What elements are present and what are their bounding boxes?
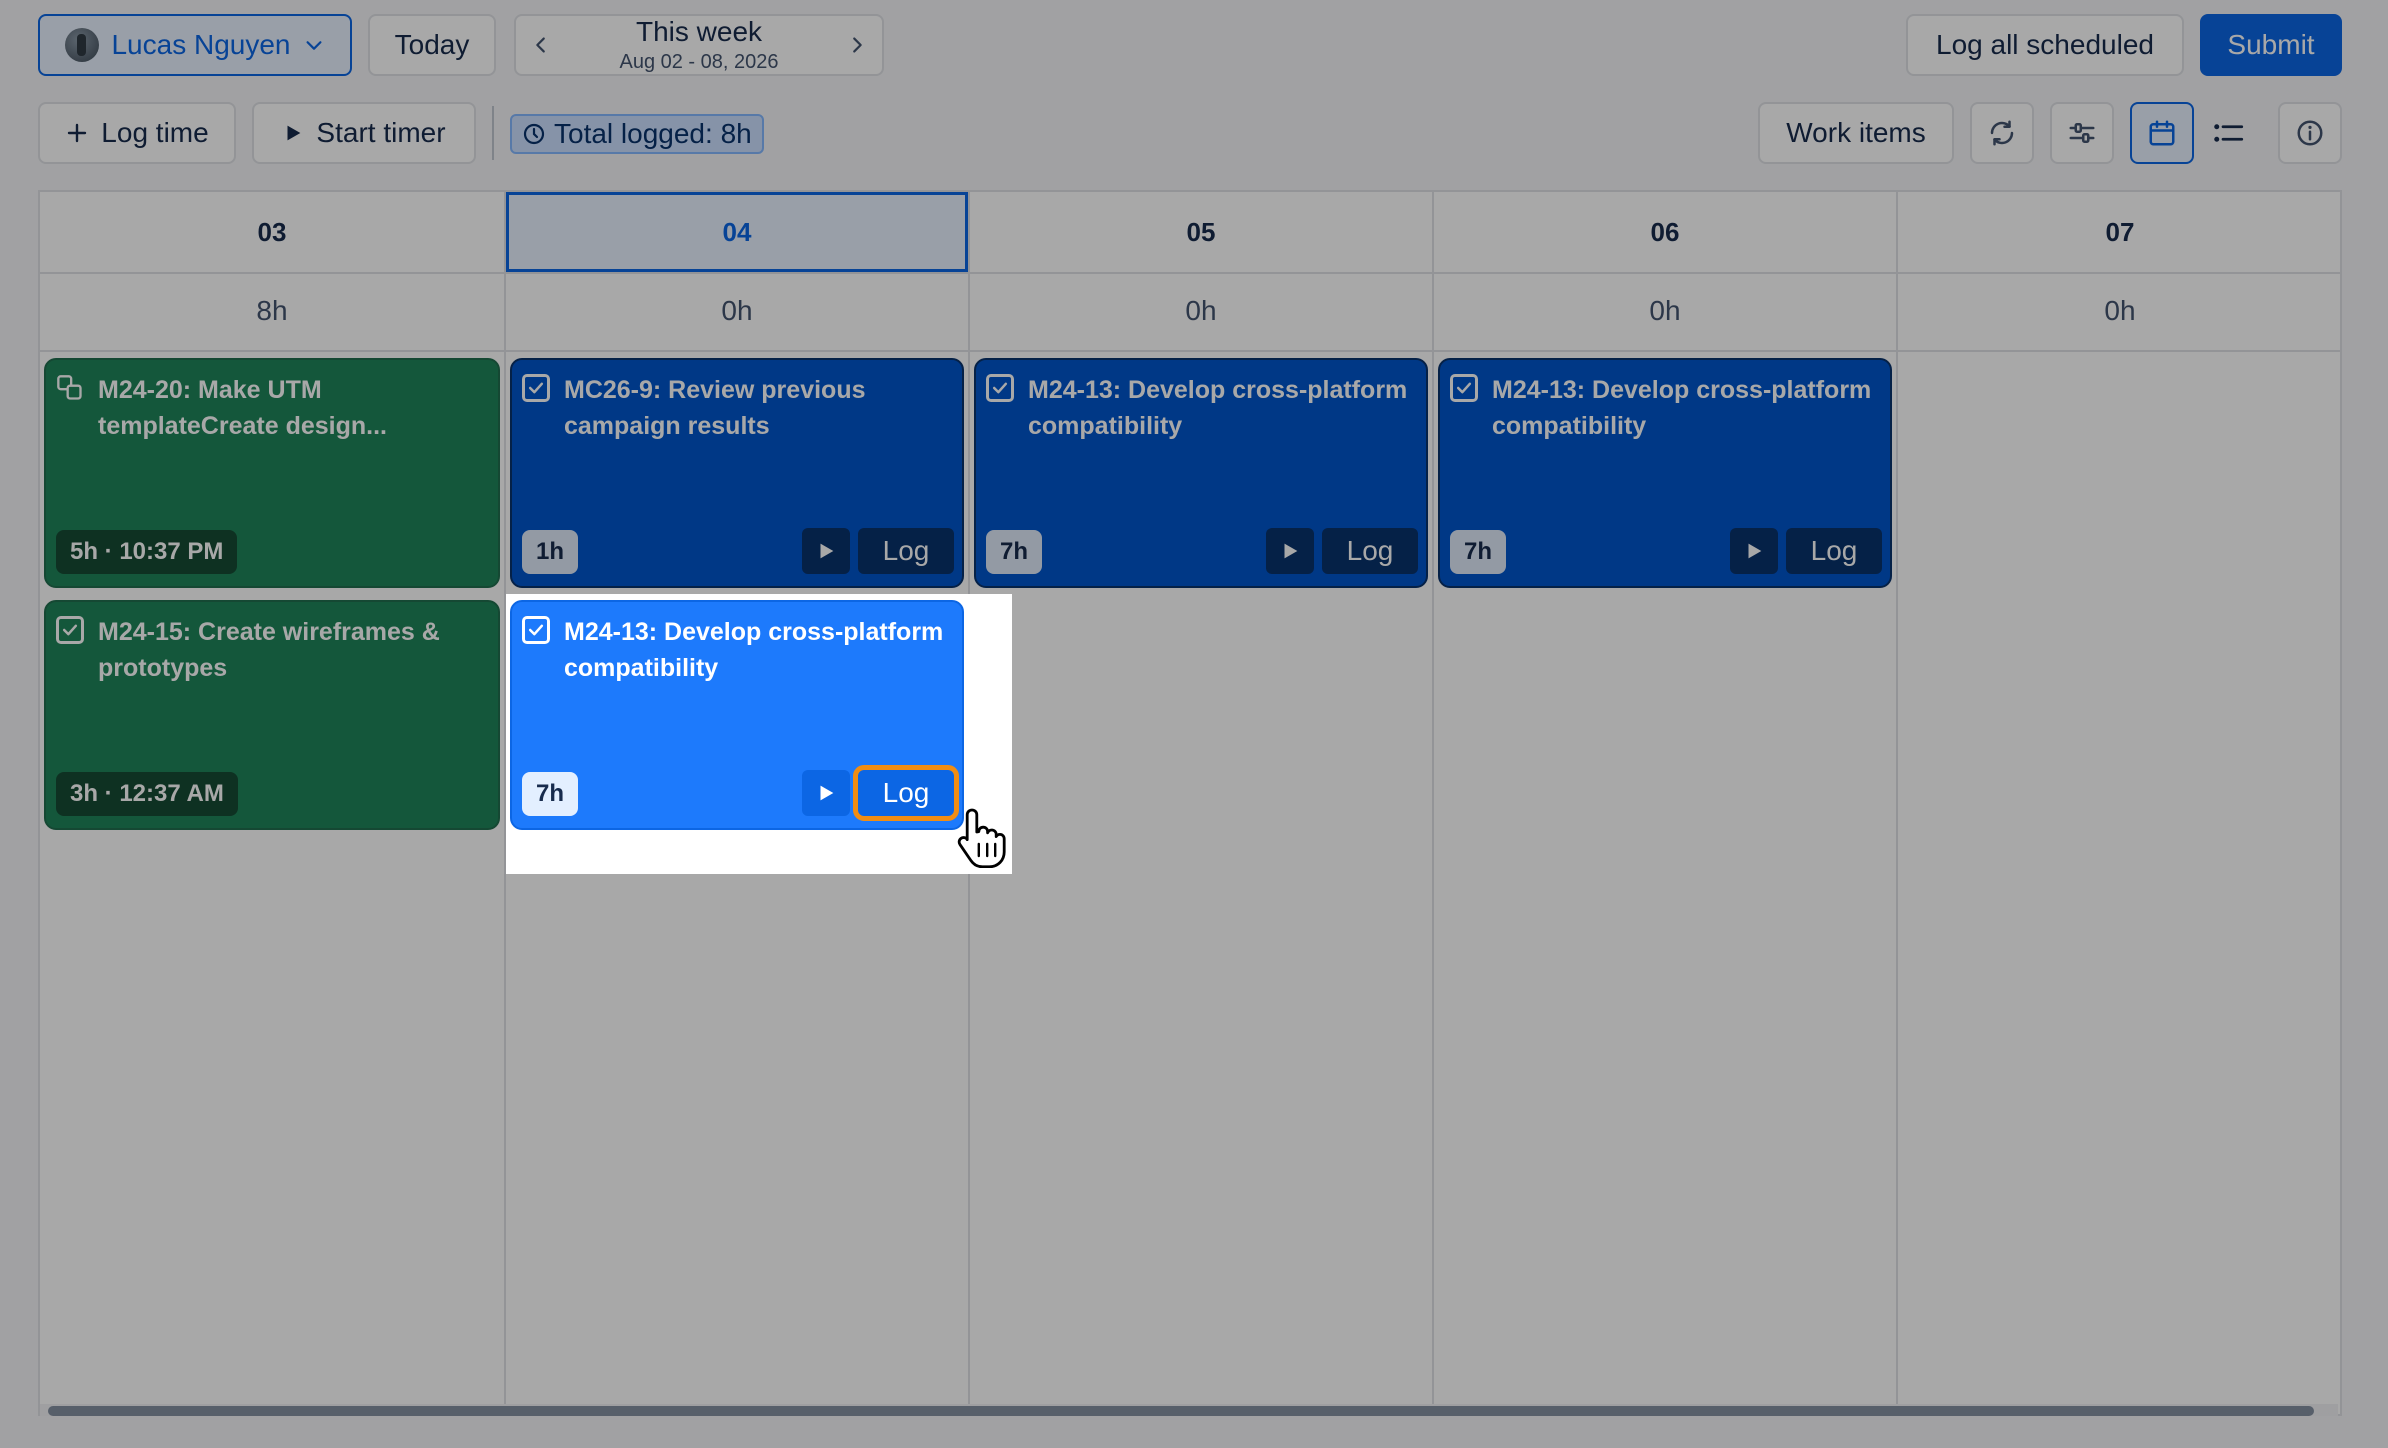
total-logged-label: Total logged: 8h bbox=[554, 118, 752, 149]
user-selector[interactable]: Lucas Nguyen bbox=[38, 14, 352, 76]
start-timer-button[interactable] bbox=[1730, 528, 1778, 574]
column-divider bbox=[1896, 192, 1898, 1414]
list-icon bbox=[2214, 124, 2244, 142]
work-items-button[interactable]: Work items bbox=[1758, 102, 1954, 164]
card-title: M24-15: Create wireframes & prototypes bbox=[98, 618, 440, 682]
card-duration: 5h · 10:37 PM bbox=[56, 530, 238, 574]
day-header[interactable]: 05 bbox=[970, 192, 1432, 272]
task-checkbox-icon bbox=[522, 616, 550, 644]
card-duration: 1h bbox=[522, 530, 579, 574]
task-checkbox-icon bbox=[56, 616, 84, 644]
plus-icon bbox=[68, 123, 87, 143]
log-button[interactable]: Log bbox=[1786, 528, 1882, 574]
user-avatar bbox=[65, 28, 100, 62]
day-header[interactable]: 06 bbox=[1434, 192, 1896, 272]
play-icon bbox=[820, 543, 834, 559]
worklog-card[interactable]: M24-15: Create wireframes & prototypes 3… bbox=[44, 600, 500, 830]
list-view-button[interactable] bbox=[2196, 102, 2260, 164]
log-button[interactable]: Log bbox=[1322, 528, 1418, 574]
play-icon bbox=[1284, 543, 1298, 559]
card-duration: 7h bbox=[1450, 530, 1507, 574]
week-navigator: This week Aug 02 - 08, 2026 bbox=[514, 14, 884, 76]
chevron-right-icon[interactable] bbox=[846, 34, 868, 56]
clock-icon bbox=[523, 123, 545, 145]
subtask-icon bbox=[56, 374, 84, 402]
card-title: MC26-9: Review previous campaign results bbox=[564, 376, 866, 440]
log-button-highlighted[interactable]: Log bbox=[853, 765, 959, 821]
card-duration: 7h bbox=[986, 530, 1043, 574]
today-label: Today bbox=[394, 29, 470, 60]
column-divider bbox=[1432, 192, 1434, 1414]
sliders-icon bbox=[2069, 123, 2095, 143]
card-title: M24-13: Develop cross-platform compatibi… bbox=[564, 618, 944, 682]
week-title: This week bbox=[635, 16, 763, 47]
worklog-card[interactable]: M24-13: Develop cross-platform compatibi… bbox=[974, 358, 1428, 588]
card-title: M24-13: Develop cross-platform compatibi… bbox=[1028, 376, 1408, 440]
play-icon bbox=[287, 125, 301, 141]
day-header[interactable]: 03 bbox=[40, 192, 504, 272]
day-total: 0h bbox=[2104, 295, 2136, 326]
worklog-card-highlighted[interactable]: M24-13: Develop cross-platform compatibi… bbox=[510, 600, 964, 830]
log-button[interactable]: Log bbox=[858, 528, 954, 574]
day-header-selected[interactable]: 04 bbox=[506, 192, 968, 272]
filter-button[interactable] bbox=[2050, 102, 2114, 164]
start-timer-button[interactable] bbox=[802, 528, 850, 574]
total-logged-badge: Total logged: 8h bbox=[510, 114, 764, 154]
play-icon bbox=[1748, 543, 1762, 559]
calendar-icon bbox=[2149, 120, 2175, 146]
worklog-card[interactable]: MC26-9: Review previous campaign results… bbox=[510, 358, 964, 588]
start-timer-button[interactable] bbox=[802, 770, 850, 816]
card-title: M24-13: Develop cross-platform compatibi… bbox=[1492, 376, 1872, 440]
totals-divider bbox=[40, 350, 2340, 352]
worklog-card[interactable]: M24-20: Make UTM templateCreate design..… bbox=[44, 358, 500, 588]
play-icon bbox=[820, 785, 834, 801]
log-time-button[interactable]: Log time bbox=[38, 102, 236, 164]
calendar-view-button[interactable] bbox=[2130, 102, 2194, 164]
task-checkbox-icon bbox=[986, 374, 1014, 402]
info-icon bbox=[2297, 120, 2323, 146]
refresh-icon bbox=[1990, 120, 2014, 146]
week-range: Aug 02 - 08, 2026 bbox=[619, 51, 779, 73]
start-timer-button[interactable] bbox=[1266, 528, 1314, 574]
day-total: 0h bbox=[1185, 295, 1217, 326]
info-button[interactable] bbox=[2278, 102, 2342, 164]
toolbar-divider bbox=[492, 106, 494, 160]
log-all-label: Log all scheduled bbox=[1936, 29, 2154, 60]
day-total: 0h bbox=[721, 295, 753, 326]
worklog-card[interactable]: M24-13: Develop cross-platform compatibi… bbox=[1438, 358, 1892, 588]
start-timer-label: Start timer bbox=[316, 117, 446, 148]
log-all-scheduled-button[interactable]: Log all scheduled bbox=[1906, 14, 2184, 76]
work-items-label: Work items bbox=[1786, 117, 1926, 148]
submit-label: Submit bbox=[2227, 29, 2315, 60]
day-header[interactable]: 07 bbox=[1898, 192, 2342, 272]
horizontal-scrollbar-thumb[interactable] bbox=[48, 1406, 2314, 1416]
day-total: 0h bbox=[1649, 295, 1681, 326]
day-total: 8h bbox=[256, 295, 288, 326]
chevron-left-icon[interactable] bbox=[530, 34, 552, 56]
card-duration: 3h · 12:37 AM bbox=[56, 772, 238, 816]
log-time-label: Log time bbox=[101, 117, 209, 148]
hand-cursor-icon bbox=[957, 808, 1006, 868]
card-duration: 7h bbox=[522, 772, 579, 816]
start-timer-button[interactable]: Start timer bbox=[252, 102, 476, 164]
task-checkbox-icon bbox=[522, 374, 550, 402]
chevron-down-icon bbox=[305, 41, 322, 50]
today-button[interactable]: Today bbox=[368, 14, 496, 76]
user-name: Lucas Nguyen bbox=[111, 29, 291, 60]
task-checkbox-icon bbox=[1450, 374, 1478, 402]
submit-button[interactable]: Submit bbox=[2200, 14, 2342, 76]
refresh-button[interactable] bbox=[1970, 102, 2034, 164]
card-title: M24-20: Make UTM templateCreate design..… bbox=[98, 376, 387, 440]
